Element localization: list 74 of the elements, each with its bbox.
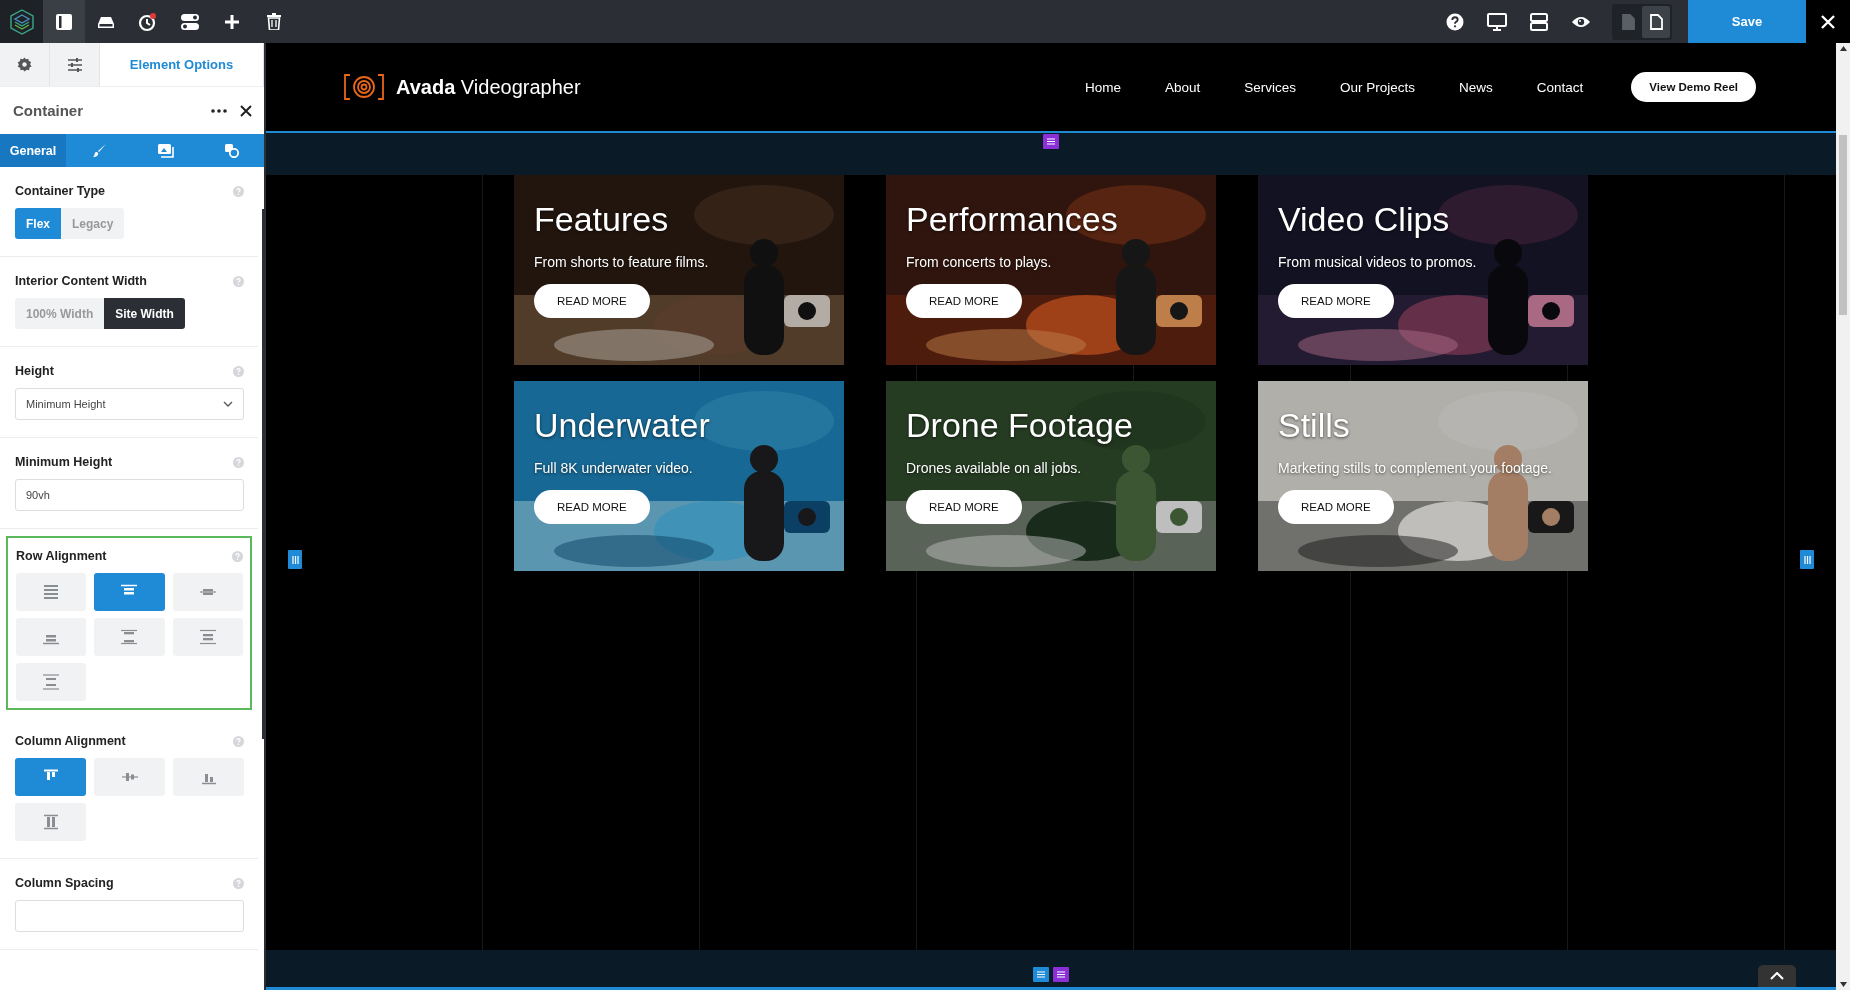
nav-link[interactable]: Contact [1536,79,1584,95]
container-handle-icon[interactable] [1053,967,1069,982]
chevron-up-icon [1770,972,1784,980]
read-more-button[interactable]: READ MORE [1278,490,1394,525]
camera-logo-icon[interactable] [344,74,384,100]
nav-link[interactable]: News [1459,79,1493,95]
card-text: From concerts to plays. [906,254,1052,271]
demo-reel-button[interactable]: View Demo Reel [1631,72,1756,102]
column-handle-icon[interactable] [1033,967,1049,982]
settings-icon[interactable] [0,43,50,86]
option-label: Height [15,364,54,378]
option-label: Minimum Height [15,455,113,469]
card-title: Features [534,201,669,239]
toggle-option[interactable]: Flex [15,208,61,239]
card-title: Drone Footage [906,407,1133,445]
option-label: Column Alignment [15,734,126,748]
scroll-thumb[interactable] [1839,135,1847,315]
input-field[interactable] [15,900,244,932]
caret-icon [223,401,233,407]
card-title: Stills [1278,407,1350,445]
scroll-up-icon[interactable] [1839,46,1847,51]
alignment-icon [198,629,217,645]
more-icon[interactable] [211,108,227,113]
sidebar-toggle-icon[interactable] [43,0,85,43]
site-logo[interactable]: Avada Videographer [396,75,581,99]
resize-handle-icon[interactable] [288,550,302,569]
alignment-icon [42,674,61,690]
card-text: From shorts to feature films. [534,254,709,271]
alignment-icon [41,814,60,830]
alignment-option[interactable] [15,803,86,841]
scroll-thumb[interactable] [262,209,266,739]
option-label: Row Alignment [16,549,107,563]
read-more-button[interactable]: READ MORE [534,490,650,525]
select-field[interactable]: Minimum Height [15,388,244,420]
sliders-icon[interactable] [50,43,100,86]
read-more-button[interactable]: READ MORE [906,490,1022,525]
alignment-option[interactable] [16,573,87,611]
nav-link[interactable]: Our Projects [1340,79,1416,95]
read-more-button[interactable]: READ MORE [906,284,1022,319]
card-text: From musical videos to promos. [1278,254,1477,271]
scroll-down-icon[interactable] [1839,982,1847,987]
nav-link[interactable]: Services [1244,79,1297,95]
nav-link[interactable]: Home [1084,79,1121,95]
toggle-option[interactable]: Site Width [104,298,185,329]
nav-link[interactable]: About [1165,79,1201,95]
card-text: Drones available on all jobs. [906,460,1082,477]
logo-icon[interactable] [0,0,43,43]
alignment-option[interactable] [172,573,243,611]
card-title: Performances [906,201,1118,239]
container-handle-icon[interactable] [1043,134,1059,149]
alignment-icon [42,584,61,600]
page-icon[interactable] [1642,5,1670,38]
option-label: Column Spacing [15,876,114,890]
card-title: Video Clips [1278,201,1450,239]
card-text: Full 8K underwater video. [534,460,693,477]
read-more-button[interactable]: READ MORE [534,284,650,319]
scroll-to-top-button[interactable] [1758,965,1796,987]
save-button[interactable]: Save [1688,0,1806,43]
close-icon[interactable] [240,104,252,117]
input-field[interactable]: 90vh [15,479,244,511]
option-label: Container Type [15,184,106,198]
resize-handle-icon[interactable] [1800,550,1814,569]
close-icon[interactable] [1806,0,1850,43]
option-label: Interior Content Width [15,274,147,288]
alignment-option[interactable] [16,618,87,656]
panel-title: Container [13,102,83,119]
alignment-option[interactable] [94,573,165,611]
alignment-option[interactable] [15,758,86,796]
general-tab[interactable]: General [0,134,66,167]
alignment-option[interactable] [172,618,243,656]
read-more-button[interactable]: READ MORE [1278,284,1394,319]
alignment-icon [120,629,139,645]
card-title: Underwater [534,407,710,445]
alignment-option[interactable] [94,618,165,656]
